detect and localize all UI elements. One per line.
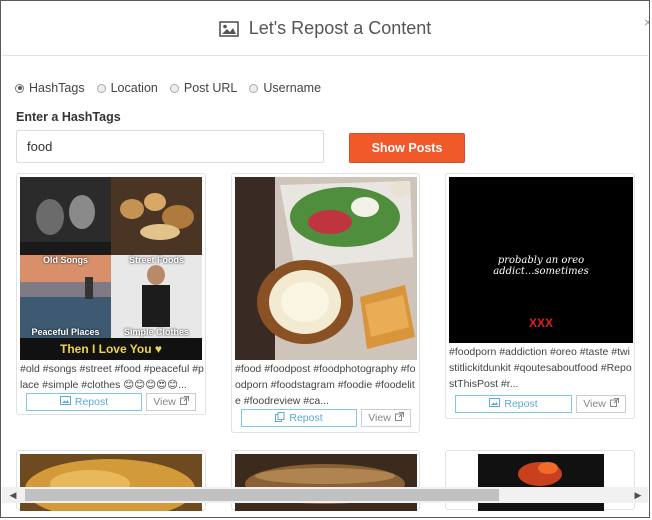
repost-label: Repost (74, 396, 109, 408)
show-posts-button[interactable]: Show Posts (349, 133, 465, 163)
post-caption: #food #foodpost #foodphotography #foodpo… (235, 363, 416, 407)
horizontal-scrollbar[interactable]: ◀ ▶ (2, 487, 648, 503)
scroll-right-icon[interactable]: ▶ (630, 487, 646, 503)
radio-indicator[interactable] (15, 83, 24, 93)
scrollbar-thumb[interactable] (25, 489, 499, 501)
image-icon (489, 398, 501, 410)
post-card: Old Songs Street Foods Peaceful Places S… (16, 173, 206, 415)
external-link-icon (609, 398, 619, 410)
image-quote-text: probably an oreo addict...sometimes (493, 255, 589, 277)
image-icon (218, 20, 239, 37)
image-stamp: XXX (528, 316, 553, 330)
radio-location[interactable]: Location (96, 81, 158, 95)
post-thumbnail[interactable] (235, 177, 417, 360)
radio-label: Location (110, 81, 158, 95)
radio-post-url[interactable]: Post URL (169, 81, 238, 95)
post-card: #food #foodpost #foodphotography #foodpo… (231, 173, 420, 433)
radio-label: Post URL (183, 81, 238, 95)
search-type-group: HashTags Location Post URL Username (15, 81, 333, 95)
view-label: View (583, 398, 606, 410)
image-icon (59, 396, 71, 408)
radio-indicator[interactable] (169, 83, 179, 93)
post-card: probably an oreo addict...sometimes XXX … (445, 173, 635, 419)
radio-label: HashTags (29, 81, 85, 95)
dialog-title-text: Let's Repost a Content (248, 18, 432, 38)
view-button[interactable]: View (146, 393, 196, 411)
radio-hashtags[interactable]: HashTags (15, 81, 85, 95)
repost-dialog: Let's Repost a Content × HashTags Locati… (0, 0, 650, 518)
view-button[interactable]: View (361, 409, 411, 427)
radio-indicator[interactable] (249, 83, 259, 93)
view-label: View (368, 412, 391, 424)
radio-indicator[interactable] (96, 83, 106, 93)
dialog-title: Let's Repost a Content (2, 2, 648, 55)
repost-button[interactable]: Repost (455, 395, 572, 413)
view-label: View (153, 396, 176, 408)
collage-banner: Then I Love You ♥ (59, 342, 163, 356)
scrollbar-track[interactable] (19, 487, 631, 503)
repost-label: Repost (504, 398, 538, 410)
collage-label-1: Old Songs (43, 255, 88, 265)
collage-label-4: Simple Clothes (123, 327, 189, 337)
external-link-icon (179, 396, 189, 408)
collage-label-2: Street Foods (128, 255, 184, 265)
hashtag-label: Enter a HashTags (16, 110, 121, 124)
repost-button[interactable]: Repost (241, 409, 357, 427)
hashtag-input[interactable] (16, 130, 324, 163)
view-button[interactable]: View (576, 395, 626, 413)
dialog-header: Let's Repost a Content × (2, 2, 649, 56)
repost-label: Repost (289, 412, 323, 424)
post-thumbnail[interactable]: probably an oreo addict...sometimes XXX (449, 177, 633, 343)
repost-button[interactable]: Repost (26, 393, 142, 411)
radio-label: Username (263, 81, 322, 95)
post-thumbnail[interactable]: Old Songs Street Foods Peaceful Places S… (20, 177, 202, 360)
external-link-icon (394, 412, 404, 424)
post-caption: #old #songs #street #food #peaceful #pla… (20, 363, 204, 391)
collage-label-3: Peaceful Places (31, 327, 100, 337)
post-caption: #foodporn #addiction #oreo #taste #twist… (449, 346, 632, 390)
close-icon[interactable]: × (644, 14, 649, 30)
copy-icon (275, 411, 285, 425)
radio-username[interactable]: Username (249, 81, 321, 95)
